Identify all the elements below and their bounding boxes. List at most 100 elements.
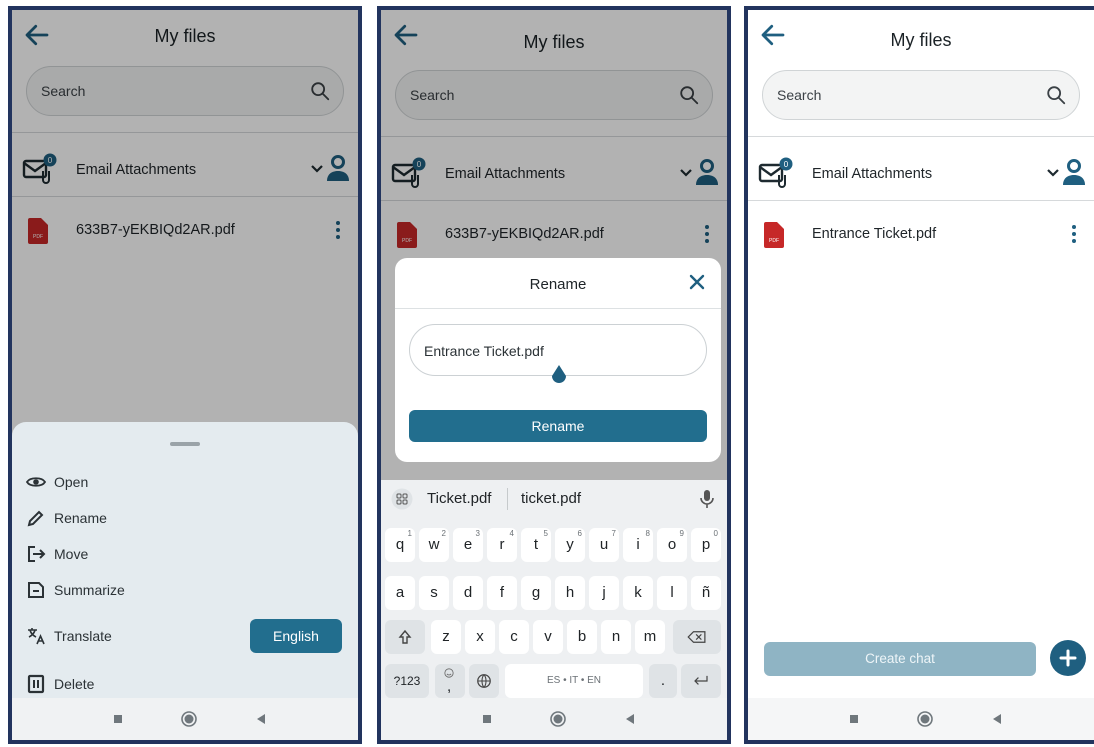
recents-icon[interactable] bbox=[845, 710, 863, 728]
rename-button[interactable]: Rename bbox=[409, 410, 707, 442]
search-icon[interactable] bbox=[1045, 84, 1067, 106]
enter-icon bbox=[694, 675, 708, 685]
system-nav-bar bbox=[12, 698, 358, 740]
phone-screen-renamed-file: My files Search 0 Email Attachments PDF … bbox=[744, 6, 1094, 744]
suggestion-word[interactable]: ticket.pdf bbox=[521, 490, 581, 507]
key-v[interactable]: v bbox=[533, 620, 563, 654]
menu-item-open[interactable]: Open bbox=[26, 468, 88, 496]
key-k[interactable]: k bbox=[623, 576, 653, 610]
menu-item-delete[interactable]: Delete bbox=[26, 670, 94, 698]
key-n[interactable]: n bbox=[601, 620, 631, 654]
suggestion-word[interactable]: Ticket.pdf bbox=[427, 490, 491, 507]
rename-dialog: Rename Entrance Ticket.pdf Rename bbox=[395, 258, 721, 462]
app-bar: My files bbox=[748, 10, 1094, 64]
search-input[interactable]: Search bbox=[762, 70, 1080, 120]
emoji-comma-key[interactable]: , bbox=[435, 664, 465, 698]
rename-input[interactable]: Entrance Ticket.pdf bbox=[409, 324, 707, 383]
apps-grid-icon[interactable] bbox=[391, 488, 413, 510]
divider bbox=[748, 200, 1094, 201]
key-a[interactable]: a bbox=[385, 576, 415, 610]
create-chat-button[interactable]: Create chat bbox=[764, 642, 1036, 676]
suggestion-bar: Ticket.pdf ticket.pdf bbox=[381, 480, 727, 518]
microphone-icon[interactable] bbox=[697, 488, 717, 510]
system-nav-bar bbox=[381, 698, 727, 740]
shift-icon bbox=[398, 629, 412, 644]
key-i[interactable]: i8 bbox=[623, 528, 653, 562]
key-t[interactable]: t5 bbox=[521, 528, 551, 562]
rename-input-value: Entrance Ticket.pdf bbox=[424, 343, 544, 359]
search-placeholder: Search bbox=[777, 87, 822, 103]
shift-key[interactable] bbox=[385, 620, 425, 654]
key-o[interactable]: o9 bbox=[657, 528, 687, 562]
text-cursor-handle[interactable] bbox=[550, 365, 568, 387]
key-z[interactable]: z bbox=[431, 620, 461, 654]
backspace-key[interactable] bbox=[673, 620, 721, 654]
phone-screen-rename-dialog: My files Search 0 Email Attachments PDF … bbox=[377, 6, 731, 744]
sheet-drag-handle[interactable] bbox=[170, 442, 200, 446]
home-icon[interactable] bbox=[180, 710, 198, 728]
period-key[interactable]: . bbox=[649, 664, 677, 698]
folder-label: Email Attachments bbox=[812, 166, 933, 182]
key-j[interactable]: j bbox=[589, 576, 619, 610]
pencil-icon bbox=[27, 510, 44, 527]
key-u[interactable]: u7 bbox=[589, 528, 619, 562]
document-icon bbox=[28, 582, 44, 598]
enter-key[interactable] bbox=[681, 664, 721, 698]
key-l[interactable]: l bbox=[657, 576, 687, 610]
menu-label-translate: Translate bbox=[54, 628, 112, 644]
language-key[interactable] bbox=[469, 664, 499, 698]
move-icon bbox=[28, 546, 46, 562]
key-d[interactable]: d bbox=[453, 576, 483, 610]
back-nav-icon[interactable] bbox=[988, 710, 1006, 728]
key-n-tilde[interactable]: ñ bbox=[691, 576, 721, 610]
menu-item-move[interactable]: Move bbox=[26, 540, 88, 568]
home-icon[interactable] bbox=[916, 710, 934, 728]
key-w[interactable]: w2 bbox=[419, 528, 449, 562]
key-b[interactable]: b bbox=[567, 620, 597, 654]
symbols-key[interactable]: ?123 bbox=[385, 664, 429, 698]
key-g[interactable]: g bbox=[521, 576, 551, 610]
translate-language-button[interactable]: English bbox=[250, 619, 342, 653]
divider bbox=[507, 488, 508, 510]
menu-item-translate[interactable]: Translate bbox=[26, 622, 112, 650]
space-key[interactable]: ES • IT • EN bbox=[505, 664, 643, 698]
mail-attachment-icon: 0 bbox=[758, 157, 793, 188]
globe-icon bbox=[477, 674, 491, 688]
key-c[interactable]: c bbox=[499, 620, 529, 654]
add-fab[interactable] bbox=[1050, 640, 1086, 676]
close-icon[interactable] bbox=[687, 272, 707, 292]
menu-item-rename[interactable]: Rename bbox=[26, 504, 107, 532]
pdf-label: PDF bbox=[769, 238, 779, 244]
key-p[interactable]: p0 bbox=[691, 528, 721, 562]
file-row[interactable]: PDF Entrance Ticket.pdf bbox=[748, 218, 1094, 258]
recents-icon[interactable] bbox=[478, 710, 496, 728]
more-options-icon[interactable] bbox=[1066, 222, 1082, 246]
key-s[interactable]: s bbox=[419, 576, 449, 610]
key-x[interactable]: x bbox=[465, 620, 495, 654]
key-y[interactable]: y6 bbox=[555, 528, 585, 562]
key-q[interactable]: q1 bbox=[385, 528, 415, 562]
backspace-icon bbox=[687, 631, 706, 643]
folder-row-email-attachments[interactable]: 0 Email Attachments bbox=[748, 150, 1094, 202]
home-icon[interactable] bbox=[549, 710, 567, 728]
pdf-file-icon: PDF bbox=[764, 222, 784, 248]
phone-screen-file-actions: My files Search 0 Email Attachments PDF … bbox=[8, 6, 362, 744]
key-m[interactable]: m bbox=[635, 620, 665, 654]
recents-icon[interactable] bbox=[109, 710, 127, 728]
menu-label-open: Open bbox=[54, 474, 89, 490]
back-nav-icon[interactable] bbox=[252, 710, 270, 728]
divider bbox=[748, 136, 1094, 137]
menu-label-move: Move bbox=[54, 546, 89, 562]
chevron-down-icon[interactable] bbox=[1046, 166, 1060, 180]
person-icon[interactable] bbox=[1062, 158, 1086, 186]
menu-label-rename: Rename bbox=[54, 510, 107, 526]
key-r[interactable]: r4 bbox=[487, 528, 517, 562]
back-nav-icon[interactable] bbox=[621, 710, 639, 728]
key-f[interactable]: f bbox=[487, 576, 517, 610]
menu-item-summarize[interactable]: Summarize bbox=[26, 576, 125, 604]
file-name: Entrance Ticket.pdf bbox=[812, 226, 937, 242]
translate-icon bbox=[28, 628, 45, 645]
key-h[interactable]: h bbox=[555, 576, 585, 610]
key-e[interactable]: e3 bbox=[453, 528, 483, 562]
soft-keyboard: Ticket.pdf ticket.pdf q1 w2 e3 r4 t5 y6 … bbox=[381, 480, 727, 698]
